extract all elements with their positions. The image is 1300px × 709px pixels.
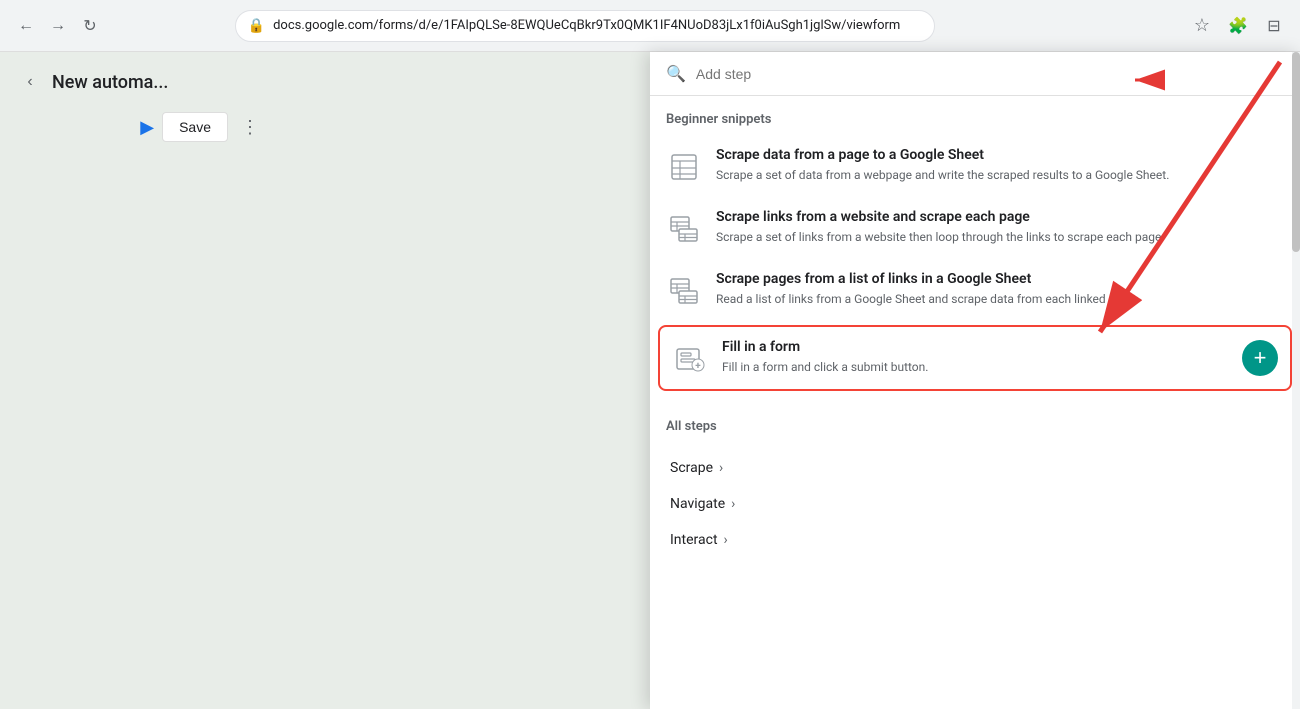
snippet-item-fill-form[interactable]: + Fill in a form Fill in a form and clic… [658, 325, 1292, 391]
address-bar[interactable]: 🔒 docs.google.com/forms/d/e/1FAIpQLSe-8E… [235, 10, 935, 42]
fill-form-icon: + [672, 341, 708, 377]
all-steps-label: All steps [650, 403, 1300, 442]
more-button[interactable]: ⋮ [236, 113, 264, 141]
browser-actions: ☆ 🧩 ⊟ [1188, 12, 1288, 40]
navigate-chevron-icon: › [731, 496, 735, 512]
save-button[interactable]: Save [162, 112, 228, 142]
snippet-desc-scrape-from-sheet: Read a list of links from a Google Sheet… [716, 291, 1284, 308]
add-fill-form-button[interactable]: + [1242, 340, 1278, 376]
panel-content: Beginner snippets Scrape data from a pag… [650, 96, 1300, 709]
search-box: 🔍 [650, 52, 1300, 96]
media-button[interactable]: ⊟ [1260, 12, 1288, 40]
snippet-text-scrape-to-sheet: Scrape data from a page to a Google Shee… [716, 147, 1284, 184]
snippet-item-scrape-links[interactable]: Scrape links from a website and scrape e… [650, 197, 1300, 259]
sidebar-back-button[interactable]: ‹ [16, 68, 44, 96]
browser-chrome: ← → ↻ 🔒 docs.google.com/forms/d/e/1FAIpQ… [0, 0, 1300, 52]
scrape-from-sheet-icon [666, 273, 702, 309]
scrape-links-icon [666, 211, 702, 247]
step-link-navigate-label: Navigate [670, 496, 725, 512]
left-sidebar: ‹ New automa... ▶ Save ⋮ [0, 52, 280, 709]
interact-chevron-icon: › [724, 532, 728, 548]
lock-icon: 🔒 [248, 18, 265, 34]
snippet-item-scrape-to-sheet[interactable]: Scrape data from a page to a Google Shee… [650, 135, 1300, 197]
snippet-item-scrape-from-sheet[interactable]: Scrape pages from a list of links in a G… [650, 259, 1300, 321]
step-link-scrape[interactable]: Scrape › [666, 450, 1284, 486]
snippet-desc-scrape-links: Scrape a set of links from a website the… [716, 229, 1284, 246]
snippet-title-scrape-from-sheet: Scrape pages from a list of links in a G… [716, 271, 1284, 287]
snippet-title-scrape-to-sheet: Scrape data from a page to a Google Shee… [716, 147, 1284, 163]
step-link-interact[interactable]: Interact › [666, 522, 1284, 558]
step-link-scrape-label: Scrape [670, 460, 713, 476]
search-input[interactable] [696, 66, 1284, 82]
scrape-chevron-icon: › [719, 460, 723, 476]
snippet-title-scrape-links: Scrape links from a website and scrape e… [716, 209, 1284, 225]
snippet-desc-fill-form: Fill in a form and click a submit button… [722, 359, 1228, 376]
extensions-icon: 🧩 [1228, 16, 1248, 36]
scroll-track[interactable] [1292, 52, 1300, 709]
step-link-navigate[interactable]: Navigate › [666, 486, 1284, 522]
snippet-desc-scrape-to-sheet: Scrape a set of data from a webpage and … [716, 167, 1284, 184]
step-link-interact-label: Interact [670, 532, 718, 548]
snippet-title-fill-form: Fill in a form [722, 339, 1228, 355]
star-icon: ☆ [1194, 15, 1210, 36]
extensions-button[interactable]: 🧩 [1224, 12, 1252, 40]
page-title: New automa... [52, 72, 168, 93]
forward-button[interactable]: → [44, 12, 72, 40]
search-icon: 🔍 [666, 64, 686, 83]
media-icon: ⊟ [1267, 16, 1280, 36]
all-steps-section: Scrape › Navigate › Interact › [650, 442, 1300, 566]
beginner-section-label: Beginner snippets [650, 96, 1300, 135]
sidebar-header: ‹ New automa... [16, 68, 264, 96]
reload-button[interactable]: ↻ [76, 12, 104, 40]
scrape-to-sheet-icon [666, 149, 702, 185]
scroll-thumb[interactable] [1292, 52, 1300, 252]
page-content: ‹ New automa... ▶ Save ⋮ 🔍 Beginner snip… [0, 52, 1300, 709]
play-icon: ▶ [140, 117, 154, 138]
svg-text:+: + [695, 361, 701, 372]
star-button[interactable]: ☆ [1188, 12, 1216, 40]
snippet-text-scrape-links: Scrape links from a website and scrape e… [716, 209, 1284, 246]
nav-buttons: ← → ↻ [12, 12, 104, 40]
url-text: docs.google.com/forms/d/e/1FAIpQLSe-8EWQ… [273, 18, 922, 33]
right-panel: 🔍 Beginner snippets Scr [650, 52, 1300, 709]
top-actions: ▶ Save ⋮ [16, 112, 264, 142]
back-button[interactable]: ← [12, 12, 40, 40]
snippet-text-fill-form: Fill in a form Fill in a form and click … [722, 339, 1228, 376]
snippet-text-scrape-from-sheet: Scrape pages from a list of links in a G… [716, 271, 1284, 308]
